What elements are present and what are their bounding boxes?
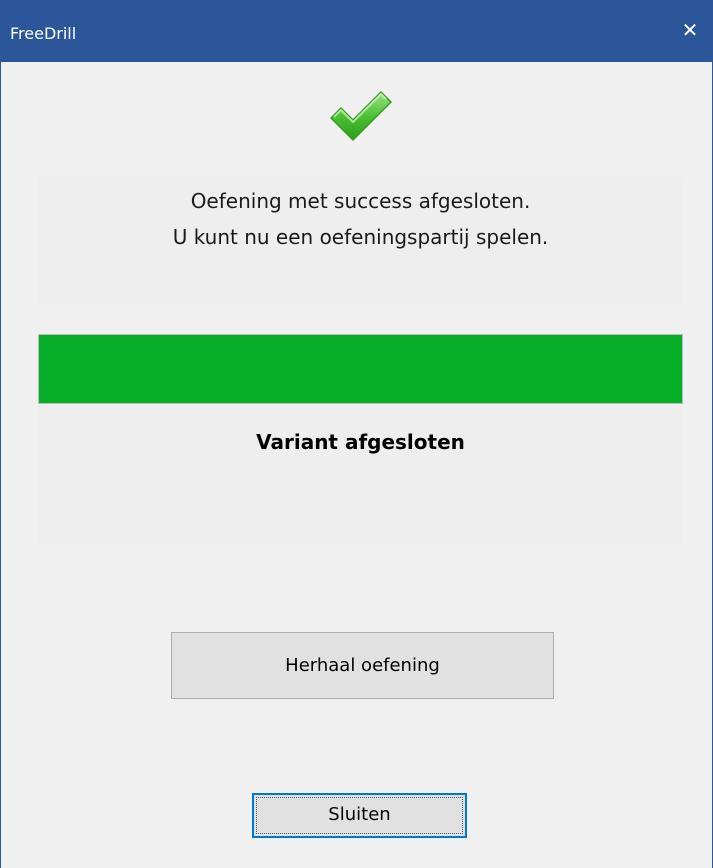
dialog-content: Oefening met success afgesloten. U kunt … xyxy=(1,62,712,868)
message-panel: Oefening met success afgesloten. U kunt … xyxy=(38,177,683,305)
close-window-button[interactable]: ✕ xyxy=(678,18,702,42)
message-line-2: U kunt nu een oefeningspartij spelen. xyxy=(172,225,549,249)
close-icon: ✕ xyxy=(681,18,699,42)
status-text: Variant afgesloten xyxy=(256,430,465,454)
dialog-window: FreeDrill ✕ Oefening met success afgeslo… xyxy=(0,0,713,868)
repeat-exercise-button[interactable]: Herhaal oefening xyxy=(171,632,554,699)
check-icon xyxy=(330,91,392,141)
empty-panel xyxy=(38,467,683,545)
message-line-1: Oefening met success afgesloten. xyxy=(190,189,531,213)
progress-bar xyxy=(38,334,683,404)
window-title: FreeDrill xyxy=(10,24,77,43)
status-panel: Variant afgesloten xyxy=(38,405,683,467)
title-bar[interactable]: FreeDrill ✕ xyxy=(1,0,712,62)
progress-fill xyxy=(39,335,682,403)
close-button[interactable]: Sluiten xyxy=(252,793,467,838)
